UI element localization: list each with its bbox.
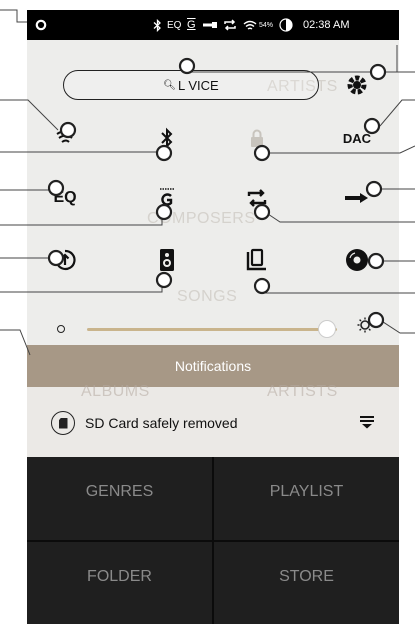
background-label: ALBUMS [81, 383, 150, 400]
brightness-slider-track[interactable] [87, 328, 337, 331]
library-menu: GENRES PLAYLIST FOLDER STORE [27, 457, 399, 624]
speaker-toggle[interactable] [147, 240, 187, 280]
repeat-toggle[interactable] [237, 178, 277, 218]
line-out-status-icon [203, 10, 217, 40]
ring-icon [35, 10, 47, 40]
settings-icon[interactable] [337, 65, 377, 105]
brightness-min-icon [57, 325, 65, 333]
expand-notification-icon[interactable] [359, 415, 375, 434]
brightness-max-icon [357, 317, 373, 338]
device-screen: EQ G 54% 02:38 AM ARTISTS COMPOSERS SONG… [27, 10, 399, 624]
library-tile-playlist[interactable]: PLAYLIST [214, 457, 399, 540]
repeat-status-icon [223, 10, 237, 40]
quick-settings-panel: ARTISTS COMPOSERS SONGS 🔍︎ L VICE DAC EQ [27, 40, 399, 345]
gain-toggle[interactable] [147, 178, 187, 218]
clock: 02:38 AM [303, 19, 350, 31]
eq-status-label: EQ [167, 19, 182, 31]
battery-icon [279, 10, 293, 40]
dac-label: DAC [342, 130, 372, 146]
background-label: SONGS [177, 288, 238, 305]
usb-upload-toggle[interactable] [45, 240, 85, 280]
status-bar: EQ G 54% 02:38 AM [27, 10, 399, 40]
connect-device-toggle[interactable] [237, 240, 277, 280]
search-label: L VICE [178, 77, 219, 93]
eq-label: EQ [53, 189, 77, 206]
notification-message: SD Card safely removed [85, 415, 238, 431]
eq-toggle[interactable]: EQ [45, 178, 85, 218]
gain-status-label: G [187, 19, 196, 31]
notification-item[interactable]: ALBUMS ARTISTS SD Card safely removed [27, 383, 399, 457]
library-tile-folder[interactable]: FOLDER [27, 541, 212, 624]
sd-card-icon [51, 411, 75, 435]
background-label: ARTISTS [267, 383, 338, 400]
notifications-header: Notifications [27, 345, 399, 387]
search-button[interactable]: 🔍︎ L VICE [63, 70, 319, 100]
dac-toggle[interactable]: DAC [337, 118, 377, 158]
bluetooth-status-icon [153, 10, 162, 40]
wifi-toggle[interactable] [45, 118, 85, 158]
battery-percent: 54% [259, 21, 274, 29]
wifi-status-icon [243, 10, 257, 40]
cd-ripping-toggle[interactable] [337, 240, 377, 280]
lock-toggle[interactable] [237, 118, 277, 158]
notifications-title: Notifications [174, 358, 252, 374]
library-tile-store[interactable]: STORE [214, 541, 399, 624]
line-out-toggle[interactable] [337, 178, 377, 218]
brightness-slider-handle[interactable] [318, 320, 336, 338]
bluetooth-toggle[interactable] [147, 118, 187, 158]
library-tile-genres[interactable]: GENRES [27, 457, 212, 540]
search-icon: 🔍︎ [163, 79, 176, 91]
